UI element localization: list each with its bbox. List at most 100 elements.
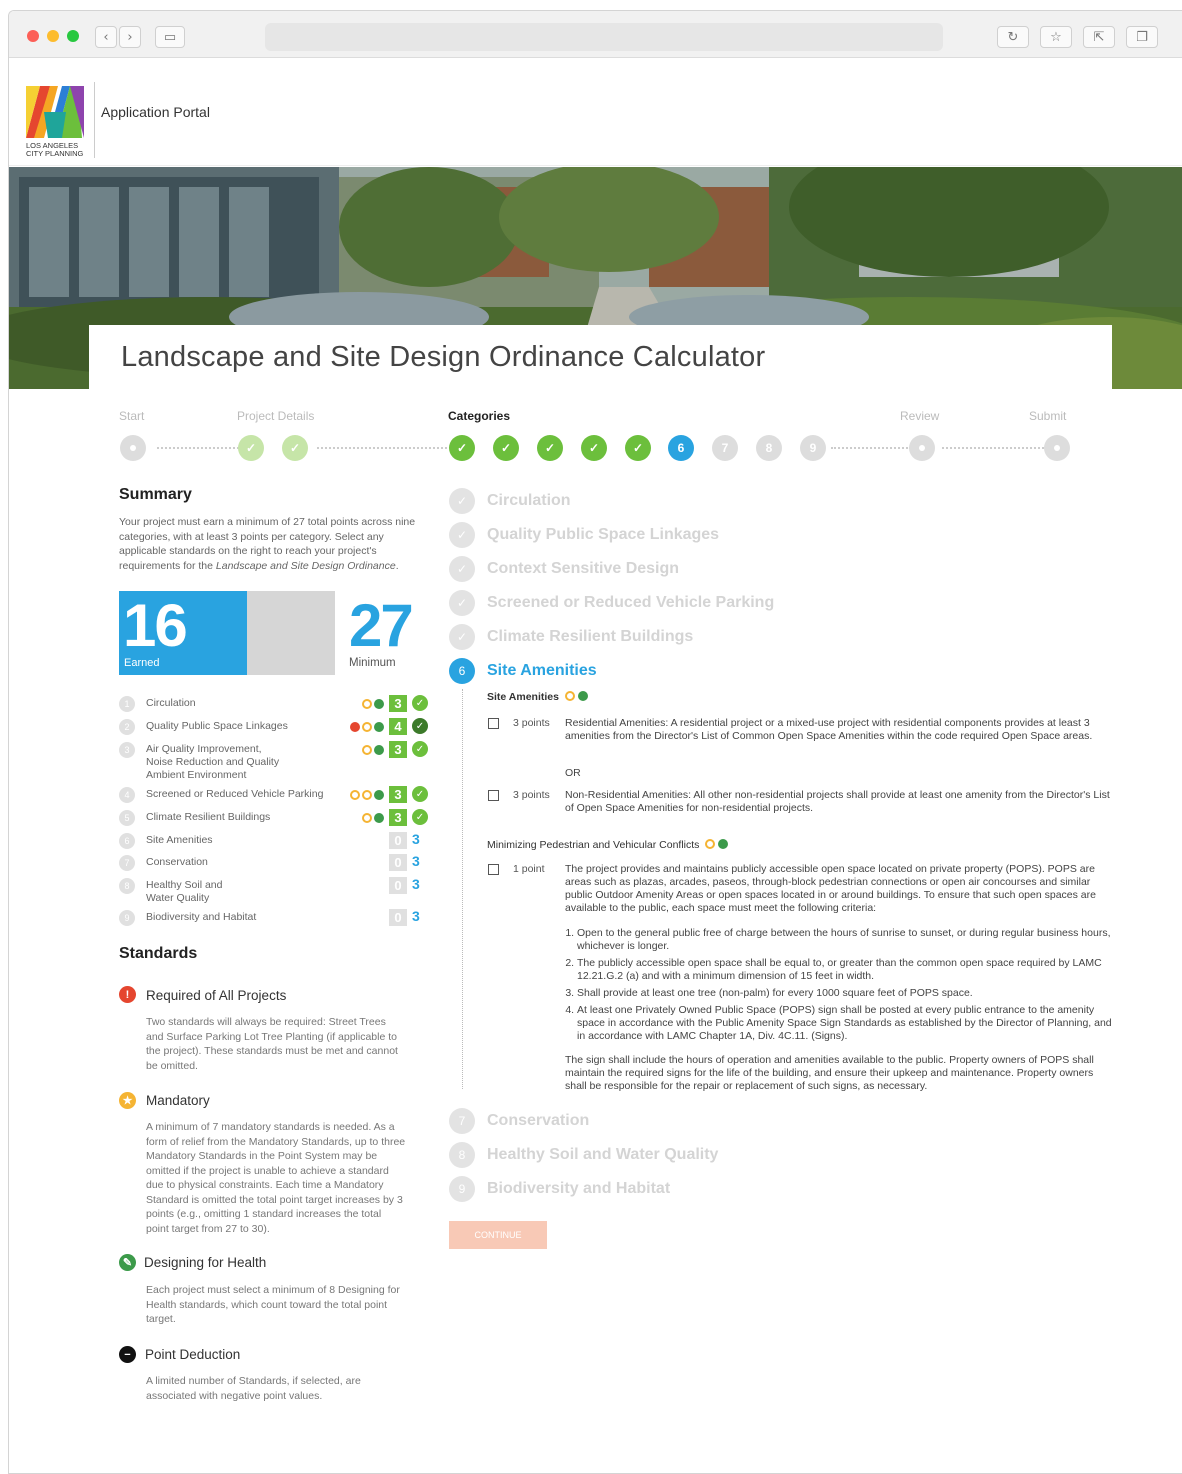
criteria-item: Open to the general public free of charg…: [577, 927, 1117, 953]
summary-row-site-amenities[interactable]: 6 Site Amenities 0 3: [119, 831, 429, 853]
standard-required-title: Required of All Projects: [146, 988, 287, 1003]
step-start-dot[interactable]: [120, 435, 146, 461]
sidebar-toggle-icon[interactable]: ▭: [155, 26, 185, 48]
check-icon: ✓: [449, 522, 475, 548]
pops-text: The project provides and maintains publi…: [565, 863, 1096, 914]
non-residential-amenities-text: Non-Residential Amenities: All other non…: [565, 789, 1110, 814]
site-header: LOS ANGELES CITY PLANNING Application Po…: [9, 58, 1182, 166]
minus-icon: −: [119, 1346, 136, 1363]
page-title: Landscape and Site Design Ordinance Calc…: [121, 341, 766, 373]
complete-check-icon: ✓: [412, 695, 428, 711]
standard-health-text: Each project must select a minimum of 8 …: [146, 1284, 400, 1325]
summary-row-screened-parking[interactable]: 4 Screened or Reduced Vehicle Parking 3 …: [119, 785, 429, 807]
required-icon: !: [119, 986, 136, 1003]
health-icon: [718, 839, 729, 849]
step-category-5-check-icon[interactable]: ✓: [625, 435, 651, 461]
complete-check-icon: ✓: [412, 786, 428, 802]
share-icon[interactable]: ⇱: [1083, 26, 1115, 48]
step-category-6[interactable]: 6: [668, 435, 694, 461]
step-submit-dot[interactable]: [1044, 435, 1070, 461]
summary-row-circulation[interactable]: 1 Circulation 3 ✓: [119, 694, 429, 716]
health-icon: [374, 790, 384, 800]
standard-health-title: Designing for Health: [144, 1255, 267, 1270]
mandatory-star-icon: ★: [119, 1092, 136, 1109]
health-icon: [577, 691, 588, 701]
back-icon[interactable]: ‹: [95, 26, 117, 48]
step-category-7[interactable]: 7: [712, 435, 738, 461]
browser-window: ‹ › ▭ ↻ ☆ ⇱ ❐ LOS ANGELES CITY PLANNING …: [8, 10, 1182, 1474]
residential-amenities-checkbox[interactable]: [488, 718, 499, 729]
mandatory-icon: [362, 745, 372, 755]
summary-row-biodiversity[interactable]: 9 Biodiversity and Habitat 0 3: [119, 908, 429, 930]
mandatory-icon: [362, 722, 372, 732]
close-window-button[interactable]: [27, 30, 39, 42]
check-icon: ✓: [449, 488, 475, 514]
summary-row-air-quality[interactable]: 3 Air Quality Improvement, Noise Reducti…: [119, 740, 429, 782]
minimum-label: Minimum: [349, 657, 396, 669]
step-review-dot[interactable]: [909, 435, 935, 461]
tabs-overview-icon[interactable]: ❐: [1126, 26, 1158, 48]
complete-check-icon: ✓: [412, 809, 428, 825]
step-category-8[interactable]: 8: [756, 435, 782, 461]
criteria-item: At least one Privately Owned Public Spac…: [577, 1004, 1117, 1043]
logo-line-2: CITY PLANNING: [26, 149, 84, 158]
health-icon: [374, 813, 384, 823]
step-label-start: Start: [119, 409, 145, 423]
standard-deduction-title: Point Deduction: [145, 1347, 241, 1362]
summary-row-climate-resilient[interactable]: 5 Climate Resilient Buildings 3 ✓: [119, 808, 429, 830]
residential-amenities-text: Residential Amenities: A residential pro…: [565, 717, 1093, 742]
criteria-item: Shall provide at least one tree (non-pal…: [577, 987, 1117, 1000]
pops-criteria-list: Open to the general public free of charg…: [565, 927, 1117, 1043]
criteria-item: The publicly accessible open space shall…: [577, 957, 1117, 983]
la-city-planning-logo-icon: [26, 86, 84, 138]
group-pedestrian-conflicts-title: Minimizing Pedestrian and Vehicular Conf…: [487, 839, 729, 852]
step-label-review: Review: [900, 409, 940, 423]
non-residential-amenities-points: 3 points: [513, 789, 550, 801]
standard-deduction-text: A limited number of Standards, if select…: [146, 1375, 361, 1402]
minimum-value: 27: [349, 592, 414, 659]
step-label-submit: Submit: [1029, 409, 1067, 423]
check-icon: ✓: [449, 624, 475, 650]
minimize-window-button[interactable]: [47, 30, 59, 42]
check-icon: ✓: [449, 556, 475, 582]
continue-button[interactable]: CONTINUE: [449, 1221, 547, 1249]
portal-title: Application Portal: [101, 104, 210, 120]
step-project-details-1-check-icon[interactable]: ✓: [238, 435, 264, 461]
browser-toolbar: ‹ › ▭ ↻ ☆ ⇱ ❐: [9, 11, 1182, 58]
pops-checkbox[interactable]: [488, 864, 499, 875]
summary-panel: Summary Your project must earn a minimum…: [119, 486, 424, 573]
check-icon: ✓: [449, 590, 475, 616]
score-progress-bar: 16 Earned: [119, 591, 335, 675]
step-category-2-check-icon[interactable]: ✓: [493, 435, 519, 461]
mandatory-icon: [362, 699, 372, 709]
step-category-9[interactable]: 9: [800, 435, 826, 461]
summary-row-conservation[interactable]: 7 Conservation 0 3: [119, 853, 429, 875]
earned-value: 16: [123, 592, 188, 659]
mandatory-icon: [705, 839, 716, 849]
maximize-window-button[interactable]: [67, 30, 79, 42]
step-category-3-check-icon[interactable]: ✓: [537, 435, 563, 461]
health-icon: [374, 745, 384, 755]
required-icon: [350, 722, 360, 732]
url-bar[interactable]: [265, 23, 943, 51]
complete-check-icon: ✓: [412, 718, 428, 734]
health-leaf-icon: ✎: [119, 1254, 136, 1271]
step-project-details-2-check-icon[interactable]: ✓: [282, 435, 308, 461]
or-separator: OR: [565, 767, 581, 779]
health-icon: [374, 699, 384, 709]
forward-icon[interactable]: ›: [119, 26, 141, 48]
standard-mandatory-text: A minimum of 7 mandatory standards is ne…: [146, 1121, 406, 1235]
summary-row-healthy-soil[interactable]: 8 Healthy Soil and Water Quality 0 3: [119, 876, 429, 906]
mandatory-icon: [362, 813, 372, 823]
step-category-1-check-icon[interactable]: ✓: [449, 435, 475, 461]
standard-required-text: Two standards will always be required: S…: [146, 1016, 398, 1072]
non-residential-amenities-checkbox[interactable]: [488, 790, 499, 801]
step-label-project-details: Project Details: [237, 409, 315, 423]
step-category-4-check-icon[interactable]: ✓: [581, 435, 607, 461]
bookmark-star-icon[interactable]: ☆: [1040, 26, 1072, 48]
summary-row-quality-public-space[interactable]: 2 Quality Public Space Linkages 4 ✓: [119, 717, 429, 739]
group-site-amenities-title: Site Amenities: [487, 691, 588, 704]
step-label-categories: Categories: [448, 409, 511, 423]
reload-icon[interactable]: ↻: [997, 26, 1029, 48]
title-card: Landscape and Site Design Ordinance Calc…: [89, 325, 1112, 395]
